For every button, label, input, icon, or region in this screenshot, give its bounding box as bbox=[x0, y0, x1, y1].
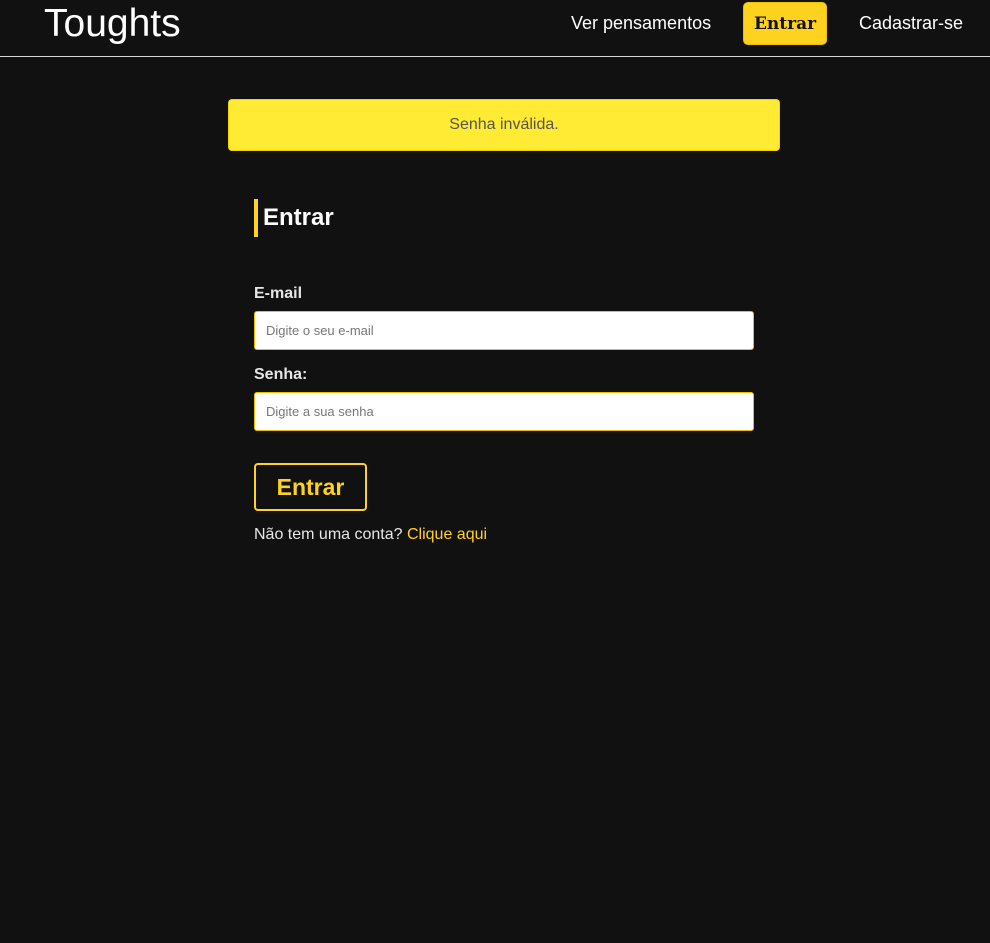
signup-prompt-text: Não tem uma conta? bbox=[254, 526, 403, 543]
email-label: E-mail bbox=[254, 285, 303, 302]
password-label: Senha: bbox=[254, 366, 308, 383]
email-field[interactable] bbox=[254, 311, 754, 350]
login-button[interactable]: Entrar bbox=[254, 463, 367, 511]
flash-message: Senha inválida. bbox=[228, 99, 780, 151]
signup-prompt: Não tem uma conta? Clique aqui bbox=[254, 526, 487, 544]
nav-link-ver-pensamentos[interactable]: Ver pensamentos bbox=[571, 12, 711, 34]
brand-logo[interactable]: Toughts bbox=[44, 2, 181, 46]
navbar: Toughts Ver pensamentos Entrar Cadastrar… bbox=[0, 0, 990, 57]
password-field[interactable] bbox=[254, 392, 754, 431]
nav-button-entrar[interactable]: Entrar bbox=[743, 2, 827, 45]
signup-link[interactable]: Clique aqui bbox=[407, 526, 487, 543]
nav-link-cadastrar[interactable]: Cadastrar-se bbox=[859, 12, 963, 34]
page-title: Entrar bbox=[254, 199, 334, 237]
